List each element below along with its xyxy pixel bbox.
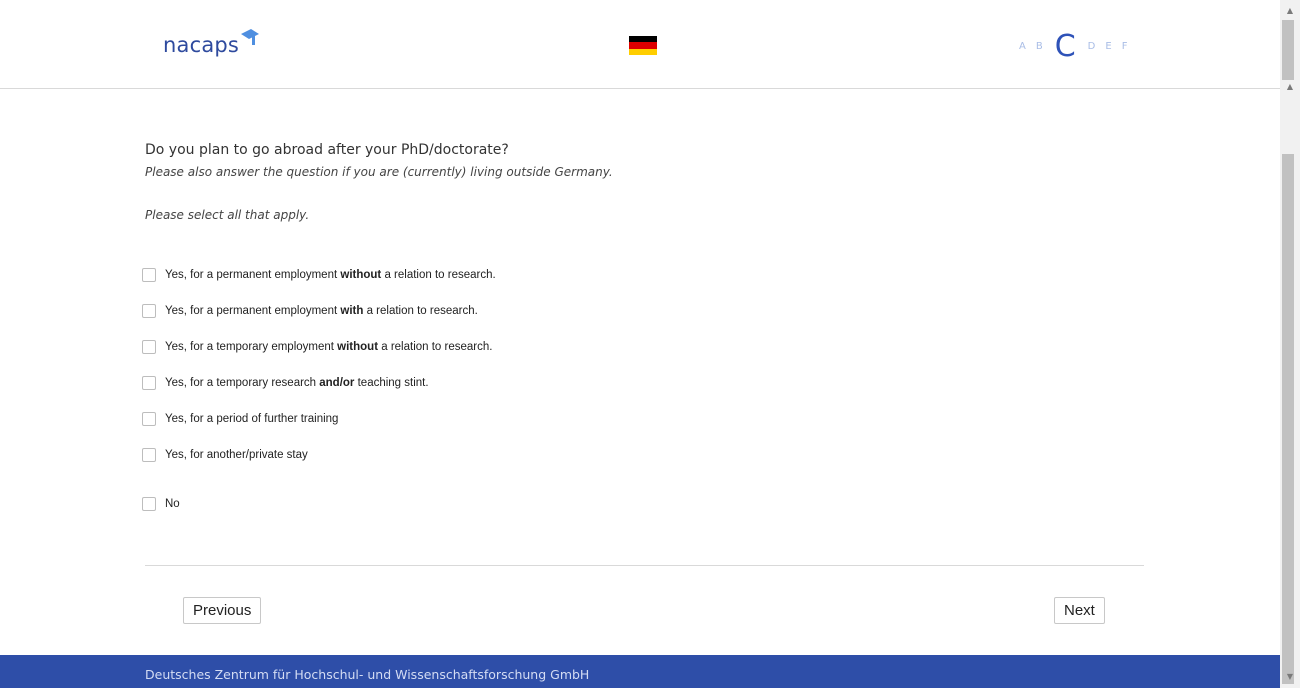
checkbox[interactable]: [142, 340, 156, 354]
option-temporary-research-teaching[interactable]: Yes, for a temporary research and/or tea…: [142, 374, 429, 392]
option-label[interactable]: Yes, for a period of further training: [165, 413, 338, 425]
header: nacaps A B C D E F: [0, 0, 1280, 89]
option-permanent-without-research[interactable]: Yes, for a permanent employment without …: [142, 266, 496, 284]
question-title: Do you plan to go abroad after your PhD/…: [145, 142, 509, 158]
step-b: B: [1035, 41, 1043, 52]
checkbox[interactable]: [142, 497, 156, 511]
option-label[interactable]: No: [165, 498, 180, 510]
option-permanent-with-research[interactable]: Yes, for a permanent employment with a r…: [142, 302, 478, 320]
nacaps-logo: nacaps: [163, 29, 260, 64]
scrollbar-thumb[interactable]: [1282, 154, 1294, 684]
survey-page: nacaps A B C D E F Do you plan to go abr…: [0, 0, 1280, 688]
option-label[interactable]: Yes, for a temporary research and/or tea…: [165, 377, 429, 389]
step-a: A: [1019, 41, 1026, 52]
progress-steps: A B C D E F: [1019, 30, 1127, 64]
question-note: Please also answer the question if you a…: [145, 165, 613, 179]
checkbox[interactable]: [142, 268, 156, 282]
checkbox[interactable]: [142, 448, 156, 462]
option-no[interactable]: No: [142, 495, 180, 513]
german-flag-icon[interactable]: [629, 36, 657, 55]
step-c-current: C: [1054, 29, 1076, 64]
footer: Deutsches Zentrum für Hochschul- und Wis…: [0, 655, 1280, 688]
option-label[interactable]: Yes, for another/private stay: [165, 449, 308, 461]
next-button[interactable]: Next: [1054, 597, 1105, 624]
checkbox[interactable]: [142, 304, 156, 318]
step-f: F: [1121, 41, 1128, 52]
question-instruction: Please select all that apply.: [145, 208, 310, 222]
divider: [145, 565, 1144, 566]
option-label[interactable]: Yes, for a permanent employment with a r…: [165, 305, 478, 317]
option-further-training[interactable]: Yes, for a period of further training: [142, 410, 338, 428]
flag-stripe-gold: [629, 48, 657, 55]
option-label[interactable]: Yes, for a temporary employment without …: [165, 341, 492, 353]
inner-scroll-up-arrow-icon[interactable]: ▲: [1280, 82, 1300, 92]
footer-text: Deutsches Zentrum für Hochschul- und Wis…: [145, 667, 590, 682]
scroll-down-arrow-icon[interactable]: ▼: [1280, 672, 1300, 682]
option-temporary-without-research[interactable]: Yes, for a temporary employment without …: [142, 338, 492, 356]
question-block: Do you plan to go abroad after your PhD/…: [145, 140, 1145, 180]
previous-button[interactable]: Previous: [183, 597, 262, 624]
checkbox[interactable]: [142, 412, 156, 426]
scroll-up-arrow-icon[interactable]: ▲: [1280, 6, 1300, 16]
checkbox[interactable]: [142, 376, 156, 390]
option-label[interactable]: Yes, for a permanent employment without …: [165, 269, 496, 281]
scrollbar-thumb-top[interactable]: [1282, 20, 1294, 80]
option-private-stay[interactable]: Yes, for another/private stay: [142, 446, 308, 464]
vertical-scrollbar[interactable]: ▲ ▲ ▼: [1280, 0, 1300, 688]
logo-text: nacaps: [163, 33, 240, 57]
step-e: E: [1105, 41, 1112, 52]
step-d: D: [1087, 41, 1096, 52]
graduation-cap-icon: [241, 29, 260, 45]
